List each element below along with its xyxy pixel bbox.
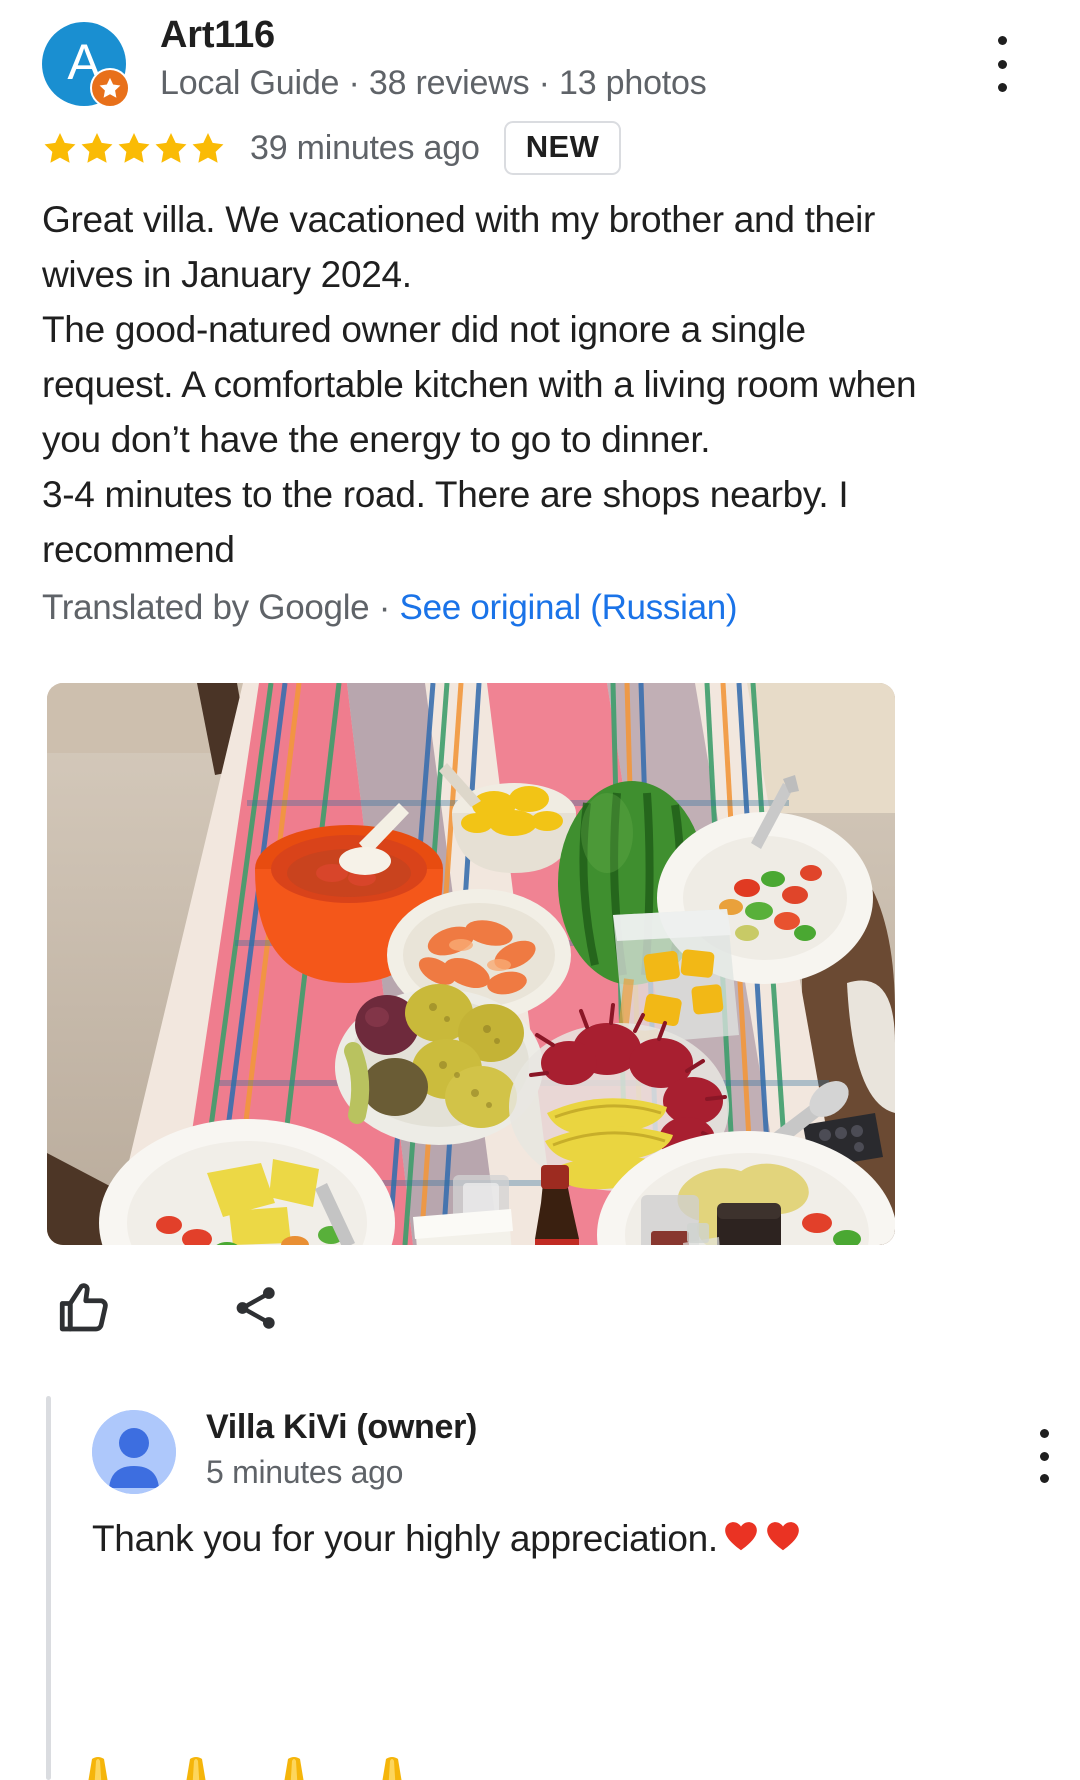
review-actions xyxy=(42,1272,442,1352)
review-photo[interactable] xyxy=(47,683,895,1245)
emoji-icon xyxy=(274,1755,314,1780)
translated-by-label: Translated by Google · xyxy=(42,588,400,627)
owner-reply: Villa KiVi (owner) 5 minutes ago Thank y… xyxy=(46,1396,1080,1780)
review-text: Great villa. We vacationed with my broth… xyxy=(42,199,917,570)
owner-name: Villa KiVi (owner) xyxy=(206,1408,478,1446)
rating-row: 39 minutes ago NEW xyxy=(42,118,622,178)
star-rating xyxy=(42,130,226,166)
emoji-icon xyxy=(78,1755,118,1780)
see-original-link[interactable]: See original (Russian) xyxy=(400,588,738,627)
reviewer-info: Art116 Local Guide · 38 reviews · 13 pho… xyxy=(160,14,707,103)
menu-dot xyxy=(1039,1474,1049,1483)
emoji-icon xyxy=(372,1755,412,1780)
star-icon xyxy=(81,133,113,163)
local-guide-star-badge-icon xyxy=(90,68,130,108)
owner-avatar[interactable] xyxy=(92,1410,176,1494)
owner-reply-overflow-menu-icon[interactable] xyxy=(1022,1426,1066,1486)
review-card: A Art116 Local Guide · 38 reviews · 13 p… xyxy=(0,0,1080,1780)
review-header: A Art116 Local Guide · 38 reviews · 13 p… xyxy=(42,14,1042,110)
reply-divider xyxy=(46,1396,51,1780)
emoji-icon xyxy=(176,1755,216,1780)
owner-reply-text: Thank you for your highly appreciation. xyxy=(92,1512,1052,1570)
review-timestamp: 39 minutes ago xyxy=(250,128,480,167)
owner-reply-timestamp: 5 minutes ago xyxy=(206,1454,404,1490)
reviewer-meta: Local Guide · 38 reviews · 13 photos xyxy=(160,63,707,102)
avatar[interactable]: A xyxy=(42,22,130,108)
translation-note: Translated by Google · See original (Rus… xyxy=(42,588,738,628)
review-overflow-menu-icon[interactable] xyxy=(980,32,1024,96)
reviewer-name[interactable]: Art116 xyxy=(160,14,707,58)
menu-dot xyxy=(997,36,1007,45)
heart-emoji-icon xyxy=(764,1516,802,1570)
new-badge: NEW xyxy=(503,121,622,175)
owner-reply-message: Thank you for your highly appreciation. xyxy=(92,1518,718,1559)
star-icon xyxy=(118,133,150,163)
star-icon xyxy=(44,133,76,163)
menu-dot xyxy=(997,83,1007,92)
menu-dot xyxy=(1039,1451,1049,1461)
share-icon[interactable] xyxy=(220,1272,292,1344)
menu-dot xyxy=(1039,1429,1049,1438)
thumb-up-icon[interactable] xyxy=(48,1272,120,1344)
star-icon xyxy=(192,133,224,163)
menu-dot xyxy=(997,59,1007,69)
heart-emoji-icon xyxy=(722,1516,760,1570)
owner-reply-emoji-row xyxy=(78,1755,412,1780)
star-icon xyxy=(155,133,187,163)
